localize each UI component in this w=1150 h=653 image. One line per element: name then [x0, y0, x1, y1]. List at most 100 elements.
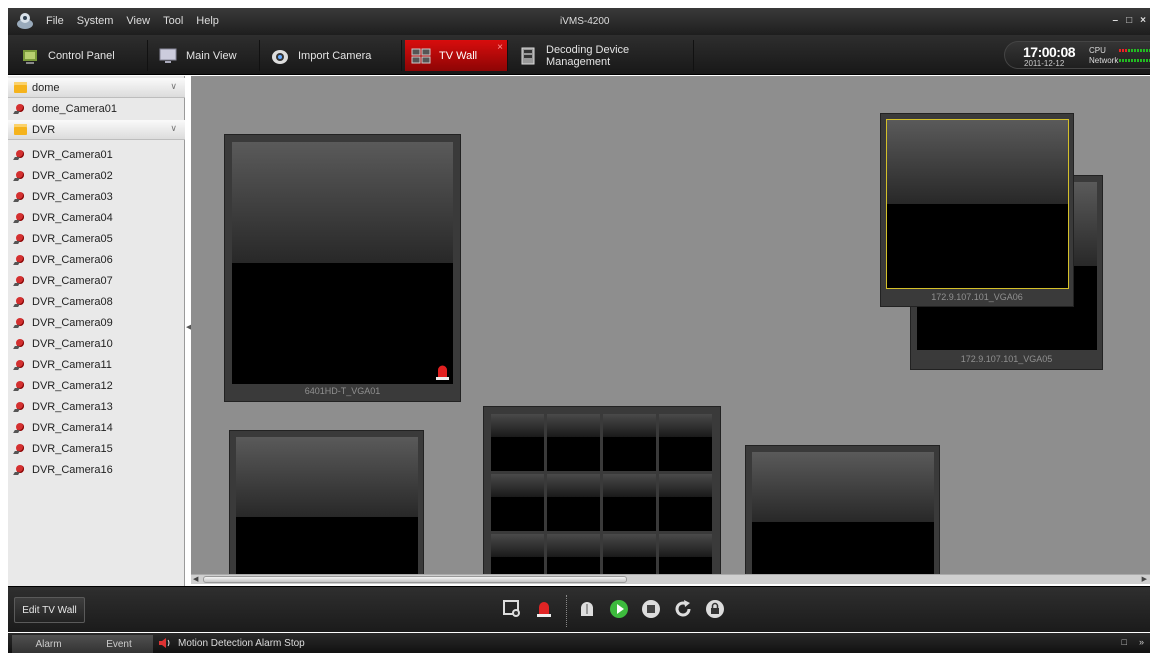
camera-icon [14, 464, 27, 476]
tree-item-label: DVR [32, 123, 56, 136]
tree-group-dvr[interactable]: DVR ∨ [8, 120, 185, 140]
tab-tv-wall[interactable]: TV Wall × [405, 40, 508, 71]
split-cell[interactable] [603, 474, 656, 531]
play-icon[interactable] [609, 599, 629, 619]
screen-label: 6401HD-T_VGA01 [304, 386, 381, 396]
module-tab-bar: Control Panel Main View Import Camera TV… [8, 35, 1150, 75]
split-cell[interactable] [547, 534, 600, 574]
tree-item-dvr-camera11[interactable]: DVR_Camera11 [8, 355, 185, 375]
minimize-button[interactable]: – [1113, 15, 1119, 26]
camera-icon [14, 103, 27, 115]
chevron-down-icon[interactable]: ∨ [170, 123, 177, 134]
tree-item-dvr-camera04[interactable]: DVR_Camera04 [8, 208, 185, 228]
tree-item-dome-camera01[interactable]: dome_Camera01 [8, 99, 185, 119]
tree-item-label: DVR_Camera11 [32, 359, 112, 371]
tv-wall-screen-vga01[interactable]: 6401HD-T_VGA01 [224, 134, 461, 402]
split-cell[interactable] [491, 534, 544, 574]
tab-main-view[interactable]: Main View [152, 40, 260, 71]
split-cell[interactable] [603, 414, 656, 471]
decode-icon[interactable] [577, 599, 597, 619]
app-window: File System View Tool Help iVMS-4200 – □… [0, 0, 1150, 653]
split-cell[interactable] [659, 474, 712, 531]
lock-icon[interactable] [705, 599, 725, 619]
tree-item-dvr-camera08[interactable]: DVR_Camera08 [8, 292, 185, 312]
status-bar: Alarm Event Motion Detection Alarm Stop … [8, 633, 1150, 653]
camera-icon [14, 170, 27, 182]
window-controls: – □ × [1113, 15, 1146, 26]
network-usage-meter [1119, 59, 1150, 62]
tab-control-panel[interactable]: Control Panel [14, 40, 148, 71]
tab-event[interactable]: Event [85, 635, 153, 653]
close-button[interactable]: × [1140, 15, 1146, 26]
tree-item-dvr-camera13[interactable]: DVR_Camera13 [8, 397, 185, 417]
menu-system[interactable]: System [77, 15, 114, 27]
split-cell[interactable] [659, 414, 712, 471]
tv-wall-screen[interactable] [229, 430, 424, 574]
restore-panel-icon[interactable]: □ [1122, 637, 1127, 647]
tree-item-dvr-camera16[interactable]: DVR_Camera16 [8, 460, 185, 480]
tree-item-dvr-camera10[interactable]: DVR_Camera10 [8, 334, 185, 354]
tree-item-label: DVR_Camera07 [32, 275, 113, 287]
menu-file[interactable]: File [46, 15, 64, 27]
screen-display[interactable] [752, 452, 934, 574]
tab-alarm[interactable]: Alarm [12, 635, 85, 653]
alarm-icon[interactable] [534, 599, 554, 619]
chevron-down-icon[interactable]: ∨ [170, 81, 177, 92]
menu-view[interactable]: View [126, 15, 150, 27]
tree-item-dvr-camera02[interactable]: DVR_Camera02 [8, 166, 185, 186]
tv-wall-screen[interactable] [745, 445, 940, 574]
scrollbar-thumb[interactable] [203, 576, 627, 583]
tv-wall-screen-split[interactable] [483, 406, 721, 574]
edit-tv-wall-button[interactable]: Edit TV Wall [14, 597, 85, 623]
split-cell[interactable] [603, 534, 656, 574]
tab-decoding-device-management[interactable]: Decoding Device Management [512, 40, 694, 71]
refresh-icon[interactable] [673, 599, 693, 619]
tv-wall-canvas[interactable]: 6401HD-T_VGA01 172.9.107.101_VGA05 172.9… [191, 76, 1150, 574]
split-cell[interactable] [547, 414, 600, 471]
tree-item-label: DVR_Camera15 [32, 443, 113, 455]
tree-item-dvr-camera12[interactable]: DVR_Camera12 [8, 376, 185, 396]
tab-label: Import Camera [298, 49, 372, 62]
scroll-right-icon[interactable]: ▶ [1142, 575, 1147, 583]
screen-display[interactable] [232, 142, 453, 384]
clock-time: 17:00:08 [1023, 44, 1076, 60]
decoder-icon [521, 47, 535, 64]
camera-icon [14, 275, 27, 287]
tree-item-dvr-camera09[interactable]: DVR_Camera09 [8, 313, 185, 333]
tree-item-dvr-camera03[interactable]: DVR_Camera03 [8, 187, 185, 207]
split-cell[interactable] [547, 474, 600, 531]
camera-icon [14, 317, 27, 329]
split-cell[interactable] [491, 414, 544, 471]
menu-tool[interactable]: Tool [163, 15, 183, 27]
scroll-left-icon[interactable]: ◀ [193, 575, 198, 583]
tree-group-dome[interactable]: dome ∨ [8, 78, 185, 98]
screen-display[interactable] [236, 437, 418, 574]
cpu-label: CPU [1089, 46, 1106, 55]
camera-icon [14, 191, 27, 203]
maximize-button[interactable]: □ [1126, 15, 1132, 26]
tab-close-icon[interactable]: × [497, 42, 503, 53]
tv-wall-screen-vga06[interactable]: 172.9.107.101_VGA06 [880, 113, 1074, 307]
stop-icon[interactable] [641, 599, 661, 619]
menu-help[interactable]: Help [196, 15, 219, 27]
tree-item-dvr-camera07[interactable]: DVR_Camera07 [8, 271, 185, 291]
screen-display[interactable] [886, 119, 1069, 289]
tree-item-dvr-camera05[interactable]: DVR_Camera05 [8, 229, 185, 249]
cpu-usage-meter [1119, 49, 1150, 52]
expand-panel-icon[interactable]: » [1139, 637, 1144, 647]
tree-item-dvr-camera14[interactable]: DVR_Camera14 [8, 418, 185, 438]
tree-item-label: DVR_Camera06 [32, 254, 113, 266]
tree-item-dvr-camera15[interactable]: DVR_Camera15 [8, 439, 185, 459]
tree-item-dvr-camera01[interactable]: DVR_Camera01 [8, 145, 185, 165]
tab-import-camera[interactable]: Import Camera [264, 40, 402, 71]
tree-item-dvr-camera06[interactable]: DVR_Camera06 [8, 250, 185, 270]
screen-label: 172.9.107.101_VGA06 [931, 292, 1023, 302]
screen-capture-icon[interactable] [502, 599, 522, 619]
tree-item-label: DVR_Camera05 [32, 233, 113, 245]
camera-icon [14, 359, 27, 371]
horizontal-scrollbar[interactable]: ◀ ▶ [191, 574, 1150, 584]
split-cell[interactable] [491, 474, 544, 531]
camera-icon [14, 422, 27, 434]
split-cell[interactable] [659, 534, 712, 574]
tree-item-label: dome [32, 81, 60, 94]
